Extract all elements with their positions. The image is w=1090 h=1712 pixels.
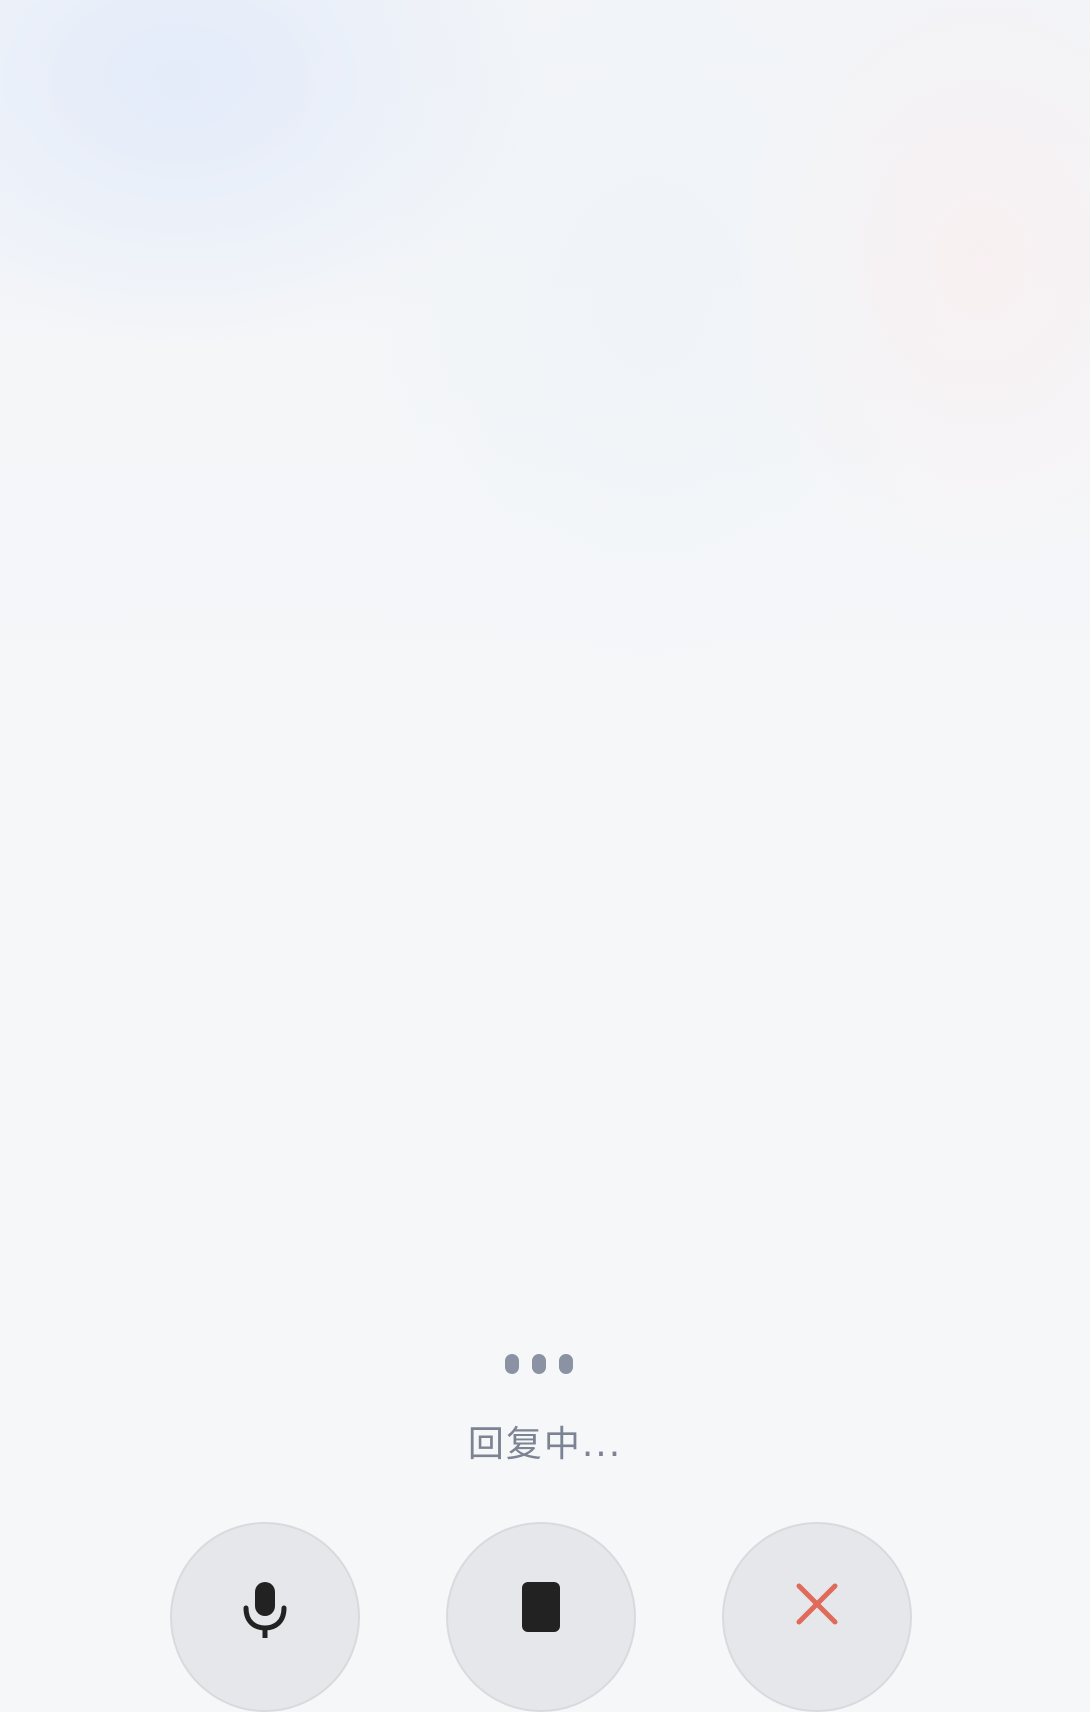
hang-up-button[interactable] — [722, 1522, 912, 1712]
call-controls — [0, 1522, 1090, 1712]
microphone-button[interactable] — [170, 1522, 360, 1712]
typing-dot — [505, 1354, 519, 1374]
stop-icon — [522, 1582, 560, 1632]
typing-dot — [559, 1354, 573, 1374]
typing-dot — [532, 1354, 546, 1374]
reply-status-text: 回复中... — [467, 1424, 623, 1465]
microphone-icon — [243, 1582, 287, 1638]
stop-button[interactable] — [446, 1522, 636, 1712]
typing-indicator — [505, 1354, 585, 1374]
close-icon — [796, 1583, 838, 1625]
background — [0, 0, 1090, 1629]
